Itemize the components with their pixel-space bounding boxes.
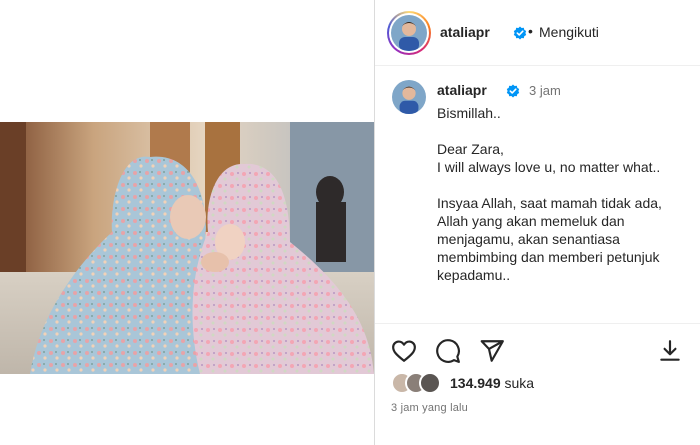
likes-count[interactable]: 134.949 suka bbox=[450, 375, 534, 391]
avatar bbox=[391, 15, 427, 51]
post-header: ataliapr • Mengikuti bbox=[375, 0, 700, 66]
verified-badge-icon bbox=[513, 26, 527, 40]
caption-timestamp[interactable]: 3 jam bbox=[529, 83, 561, 98]
comment-icon bbox=[436, 339, 460, 363]
header-username[interactable]: ataliapr bbox=[440, 24, 490, 40]
caption-avatar-image bbox=[392, 80, 426, 114]
post-sidebar: ataliapr • Mengikuti ataliapr 3 jam Bism… bbox=[375, 0, 700, 445]
media-column bbox=[0, 0, 374, 445]
avatar-image bbox=[391, 15, 427, 51]
following-button[interactable]: Mengikuti bbox=[539, 24, 599, 40]
liker-avatar bbox=[419, 372, 441, 394]
share-icon bbox=[480, 340, 504, 362]
likes-label: suka bbox=[504, 375, 535, 391]
caption-line: Dear Zara, bbox=[437, 141, 504, 157]
instagram-post-view: ataliapr • Mengikuti ataliapr 3 jam Bism… bbox=[0, 0, 700, 445]
caption-username[interactable]: ataliapr bbox=[437, 82, 487, 98]
caption-section: ataliapr 3 jam Bismillah.. Dear Zara, I … bbox=[375, 67, 700, 323]
avatar-frame bbox=[389, 13, 429, 53]
caption-line: Insyaa Allah, saat mamah tidak ada, Alla… bbox=[437, 195, 662, 283]
caption-line: I will always love u, no matter what.. bbox=[437, 159, 661, 175]
story-ring[interactable] bbox=[387, 11, 431, 55]
post-photo[interactable] bbox=[0, 122, 374, 374]
liker-avatars[interactable] bbox=[391, 372, 447, 394]
likes-number: 134.949 bbox=[450, 375, 501, 391]
header-separator: • bbox=[528, 23, 533, 39]
comment-button[interactable] bbox=[435, 338, 463, 366]
like-button[interactable] bbox=[391, 338, 419, 366]
caption-avatar[interactable] bbox=[392, 80, 426, 114]
photo-illustration bbox=[0, 122, 374, 374]
caption-verified-badge-icon bbox=[506, 84, 520, 98]
share-button[interactable] bbox=[479, 338, 507, 366]
post-timestamp[interactable]: 3 jam yang lalu bbox=[391, 402, 468, 414]
action-bar: 134.949 suka 3 jam yang lalu bbox=[375, 323, 700, 445]
download-icon bbox=[660, 340, 680, 361]
heart-icon bbox=[392, 340, 416, 362]
caption-text: Bismillah.. Dear Zara, I will always lov… bbox=[437, 104, 692, 302]
download-button[interactable] bbox=[657, 338, 685, 366]
caption-line: Bismillah.. bbox=[437, 105, 501, 121]
